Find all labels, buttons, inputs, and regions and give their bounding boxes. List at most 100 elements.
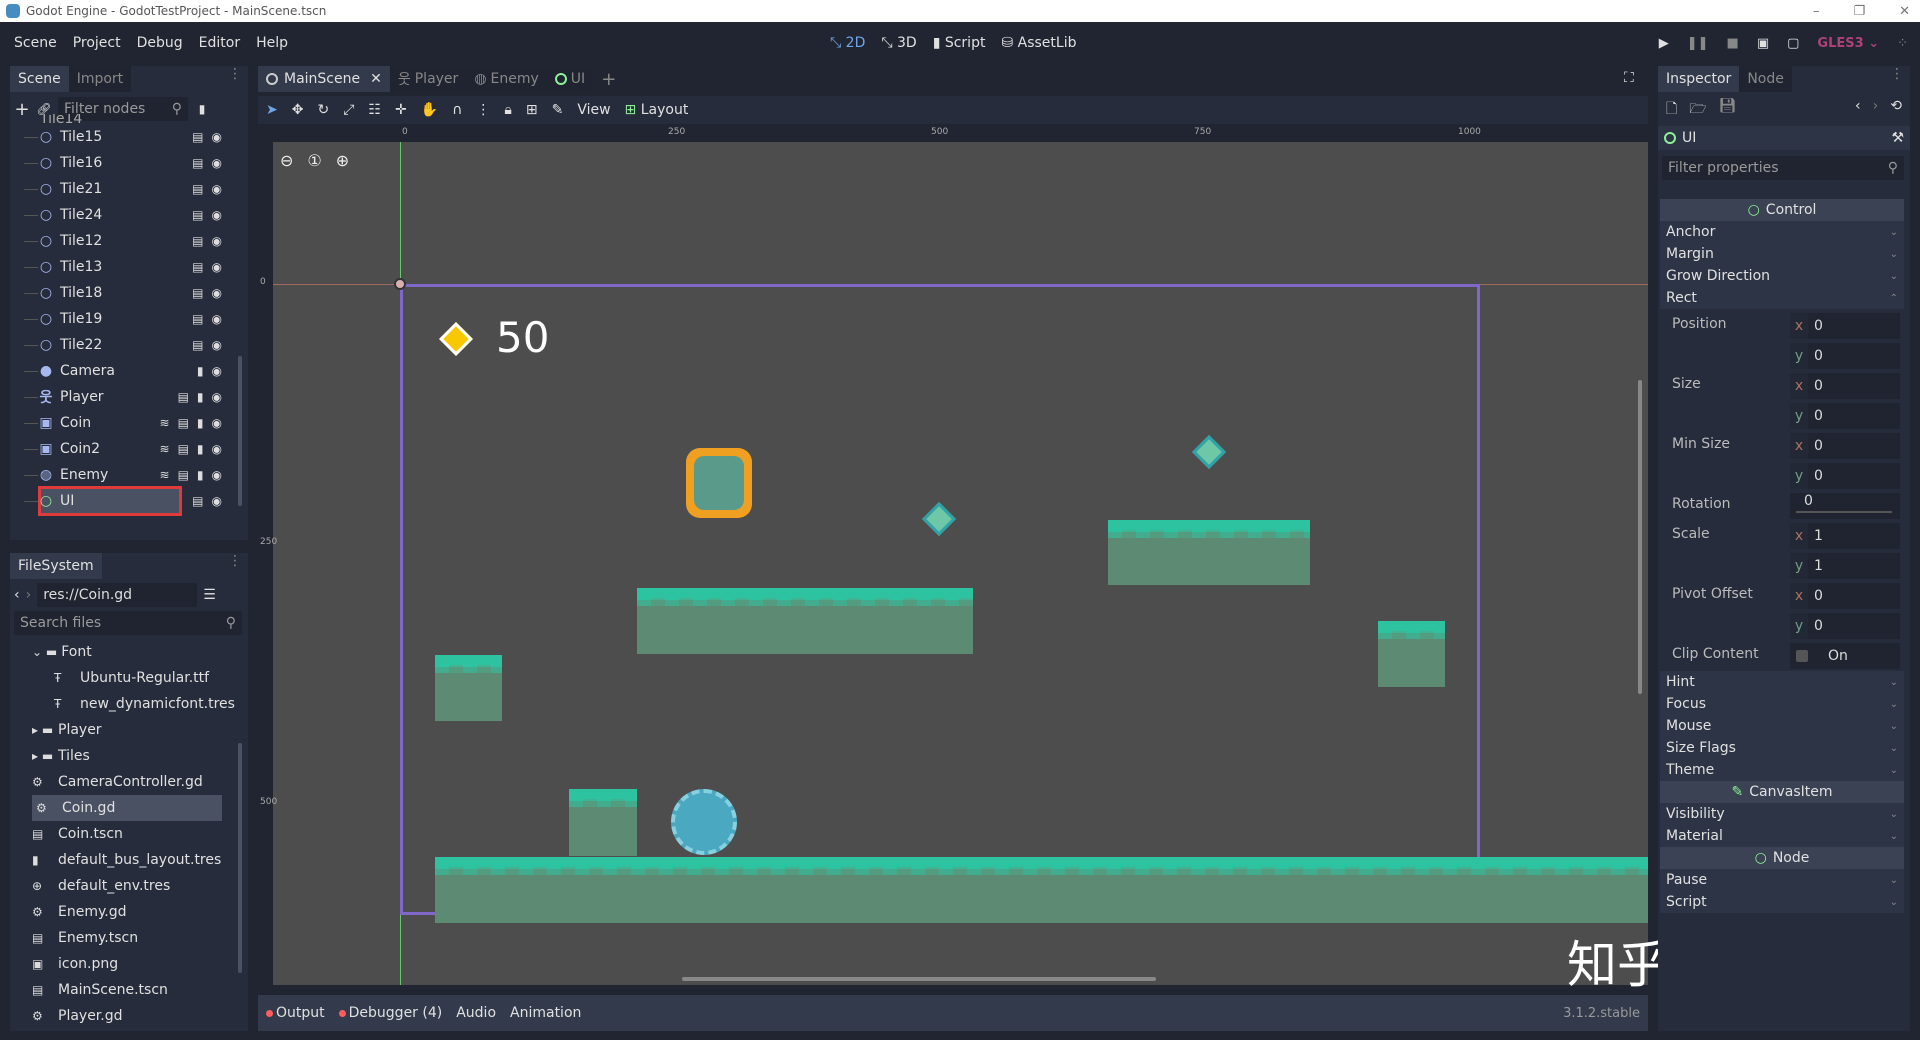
- file-item[interactable]: ⚙ Player.gd: [10, 1003, 238, 1029]
- output-tab[interactable]: Output: [266, 1005, 325, 1021]
- select-tool-icon[interactable]: ➤: [266, 102, 278, 118]
- lock-icon[interactable]: 🔒︎: [504, 102, 511, 118]
- section-header[interactable]: ○ Control: [1660, 199, 1904, 221]
- rotate-tool-icon[interactable]: ↻: [317, 102, 329, 118]
- file-item[interactable]: ▤ MainScene.tscn: [10, 977, 238, 1003]
- scene-node-tile19[interactable]: ○ Tile19 ▤ ◉: [10, 306, 238, 332]
- mode-assetlib-button[interactable]: ⛁ AssetLib: [1001, 35, 1076, 51]
- instance-icon[interactable]: ▤: [192, 234, 203, 248]
- mode-script-button[interactable]: ▮ Script: [933, 35, 986, 51]
- file-item[interactable]: ⚙ Coin.gd: [32, 795, 222, 821]
- pivot-offset-x-field[interactable]: x0: [1790, 583, 1900, 609]
- new-tab-button[interactable]: +: [593, 66, 624, 92]
- tile-platform[interactable]: [1108, 520, 1310, 585]
- scene-node-enemy[interactable]: ◍ Enemy ≋ ▤ ▮ ◉: [10, 462, 238, 488]
- position-x-field[interactable]: x0: [1790, 313, 1900, 339]
- file-item[interactable]: ▸ ▬ Tiles: [10, 743, 238, 769]
- signal-icon[interactable]: ≋: [160, 442, 170, 456]
- visibility-eye-icon[interactable]: ◉: [212, 364, 222, 378]
- script-icon[interactable]: ▮: [197, 390, 204, 404]
- close-window-button[interactable]: ✕: [1899, 4, 1910, 19]
- tab-player[interactable]: 웃 Player: [389, 66, 467, 92]
- file-item[interactable]: ⚙ CameraController.gd: [10, 769, 238, 795]
- instance-icon[interactable]: ▤: [192, 156, 203, 170]
- instance-icon[interactable]: ▤: [192, 312, 203, 326]
- file-item[interactable]: Ŧnew_dynamicfont.tres: [10, 691, 238, 717]
- file-item[interactable]: ▮ default_bus_layout.tres: [10, 847, 238, 873]
- audio-tab[interactable]: Audio: [456, 1005, 496, 1021]
- list-select-icon[interactable]: ☷: [368, 102, 381, 118]
- pan-tool-icon[interactable]: ✋: [421, 102, 438, 118]
- enemy-sprite[interactable]: [671, 789, 737, 855]
- property-group-rect[interactable]: Rect ⌃: [1660, 287, 1904, 309]
- visibility-eye-icon[interactable]: ◉: [212, 286, 222, 300]
- scale-tool-icon[interactable]: ⤢: [343, 102, 354, 118]
- group-icon[interactable]: ⊞: [526, 102, 538, 118]
- instance-icon[interactable]: ▤: [178, 390, 189, 404]
- debugger-tab[interactable]: Debugger (4): [338, 1005, 442, 1021]
- renderer-select[interactable]: GLES3 ⌄: [1817, 36, 1879, 51]
- property-group-anchor[interactable]: Anchor ⌄: [1660, 221, 1904, 243]
- file-item[interactable]: ▸ ▬ Player: [10, 717, 238, 743]
- property-group-margin[interactable]: Margin ⌄: [1660, 243, 1904, 265]
- mode-3d-button[interactable]: ⤡ 3D: [881, 35, 916, 51]
- property-group-size-flags[interactable]: Size Flags ⌄: [1660, 737, 1904, 759]
- file-item[interactable]: ⊕ default_env.tres: [10, 873, 238, 899]
- object-history-icon[interactable]: ⟲: [1890, 98, 1902, 120]
- menu-scene[interactable]: Scene: [6, 35, 65, 51]
- move-tool-icon[interactable]: ✥: [292, 102, 304, 118]
- instance-icon[interactable]: ▤: [192, 286, 203, 300]
- tile-platform[interactable]: [569, 789, 637, 856]
- tab-enemy[interactable]: ◍ Enemy: [466, 66, 547, 92]
- visibility-eye-icon[interactable]: ◉: [212, 234, 222, 248]
- file-item[interactable]: ▤ Coin.tscn: [10, 821, 238, 847]
- forward-icon[interactable]: ›: [26, 587, 32, 603]
- visibility-eye-icon[interactable]: ◉: [212, 338, 222, 352]
- property-group-visibility[interactable]: Visibility ⌄: [1660, 803, 1904, 825]
- tab-scene[interactable]: Scene: [10, 66, 69, 92]
- property-group-theme[interactable]: Theme ⌄: [1660, 759, 1904, 781]
- play-icon[interactable]: ▶: [1659, 36, 1669, 51]
- search-files-input[interactable]: Search files ⚲: [14, 611, 242, 635]
- size-y-field[interactable]: y0: [1790, 403, 1900, 429]
- rotation-slider[interactable]: [1796, 511, 1892, 513]
- min-size-y-field[interactable]: y0: [1790, 463, 1900, 489]
- tile-platform[interactable]: [1378, 621, 1445, 687]
- horizontal-scrollbar[interactable]: [682, 977, 1156, 981]
- mode-2d-button[interactable]: ⤡ 2D: [830, 35, 865, 51]
- script-icon[interactable]: ▮: [197, 468, 204, 482]
- open-resource-icon[interactable]: 🗁︎: [1689, 98, 1706, 120]
- instance-icon[interactable]: ▤: [192, 130, 203, 144]
- scene-node-tile21[interactable]: ○ Tile21 ▤ ◉: [10, 176, 238, 202]
- scale-y-field[interactable]: y1: [1790, 553, 1900, 579]
- scale-x-field[interactable]: x1: [1790, 523, 1900, 549]
- file-item[interactable]: ▤ Enemy.tscn: [10, 925, 238, 951]
- script-icon[interactable]: ▮: [197, 442, 204, 456]
- menu-help[interactable]: Help: [248, 35, 296, 51]
- menu-project[interactable]: Project: [65, 35, 129, 51]
- file-item[interactable]: ▣ icon.png: [10, 951, 238, 977]
- scene-node-tile16[interactable]: ○ Tile16 ▤ ◉: [10, 150, 238, 176]
- distraction-free-icon[interactable]: ⛶: [1624, 70, 1634, 86]
- tab-inspector[interactable]: Inspector: [1658, 66, 1740, 92]
- position-y-field[interactable]: y0: [1790, 343, 1900, 369]
- save-resource-icon[interactable]: 💾︎: [1719, 98, 1737, 120]
- new-resource-icon[interactable]: 🗋︎: [1666, 98, 1677, 120]
- clip-content-field[interactable]: On: [1790, 643, 1900, 669]
- visibility-eye-icon[interactable]: ◉: [212, 260, 222, 274]
- pause-icon[interactable]: ❚❚: [1687, 36, 1709, 51]
- scene-node-player[interactable]: 웃 Player ▤ ▮ ◉: [10, 384, 238, 410]
- file-item[interactable]: Ŧ Ubuntu-Regular.ttf: [10, 665, 238, 691]
- signal-icon[interactable]: ≋: [160, 468, 170, 482]
- signal-icon[interactable]: ≋: [160, 416, 170, 430]
- pivot-handle[interactable]: [394, 278, 406, 290]
- menu-editor[interactable]: Editor: [191, 35, 248, 51]
- play-custom-scene-icon[interactable]: ▢: [1787, 36, 1799, 51]
- section-header[interactable]: ○ Node: [1660, 847, 1904, 869]
- minimize-button[interactable]: –: [1813, 4, 1820, 19]
- visibility-eye-icon[interactable]: ◉: [212, 208, 222, 222]
- property-group-pause[interactable]: Pause ⌄: [1660, 869, 1904, 891]
- tab-ui[interactable]: UI: [546, 66, 594, 92]
- scene-node-tile22[interactable]: ○ Tile22 ▤ ◉: [10, 332, 238, 358]
- maximize-button[interactable]: ❐: [1853, 4, 1865, 19]
